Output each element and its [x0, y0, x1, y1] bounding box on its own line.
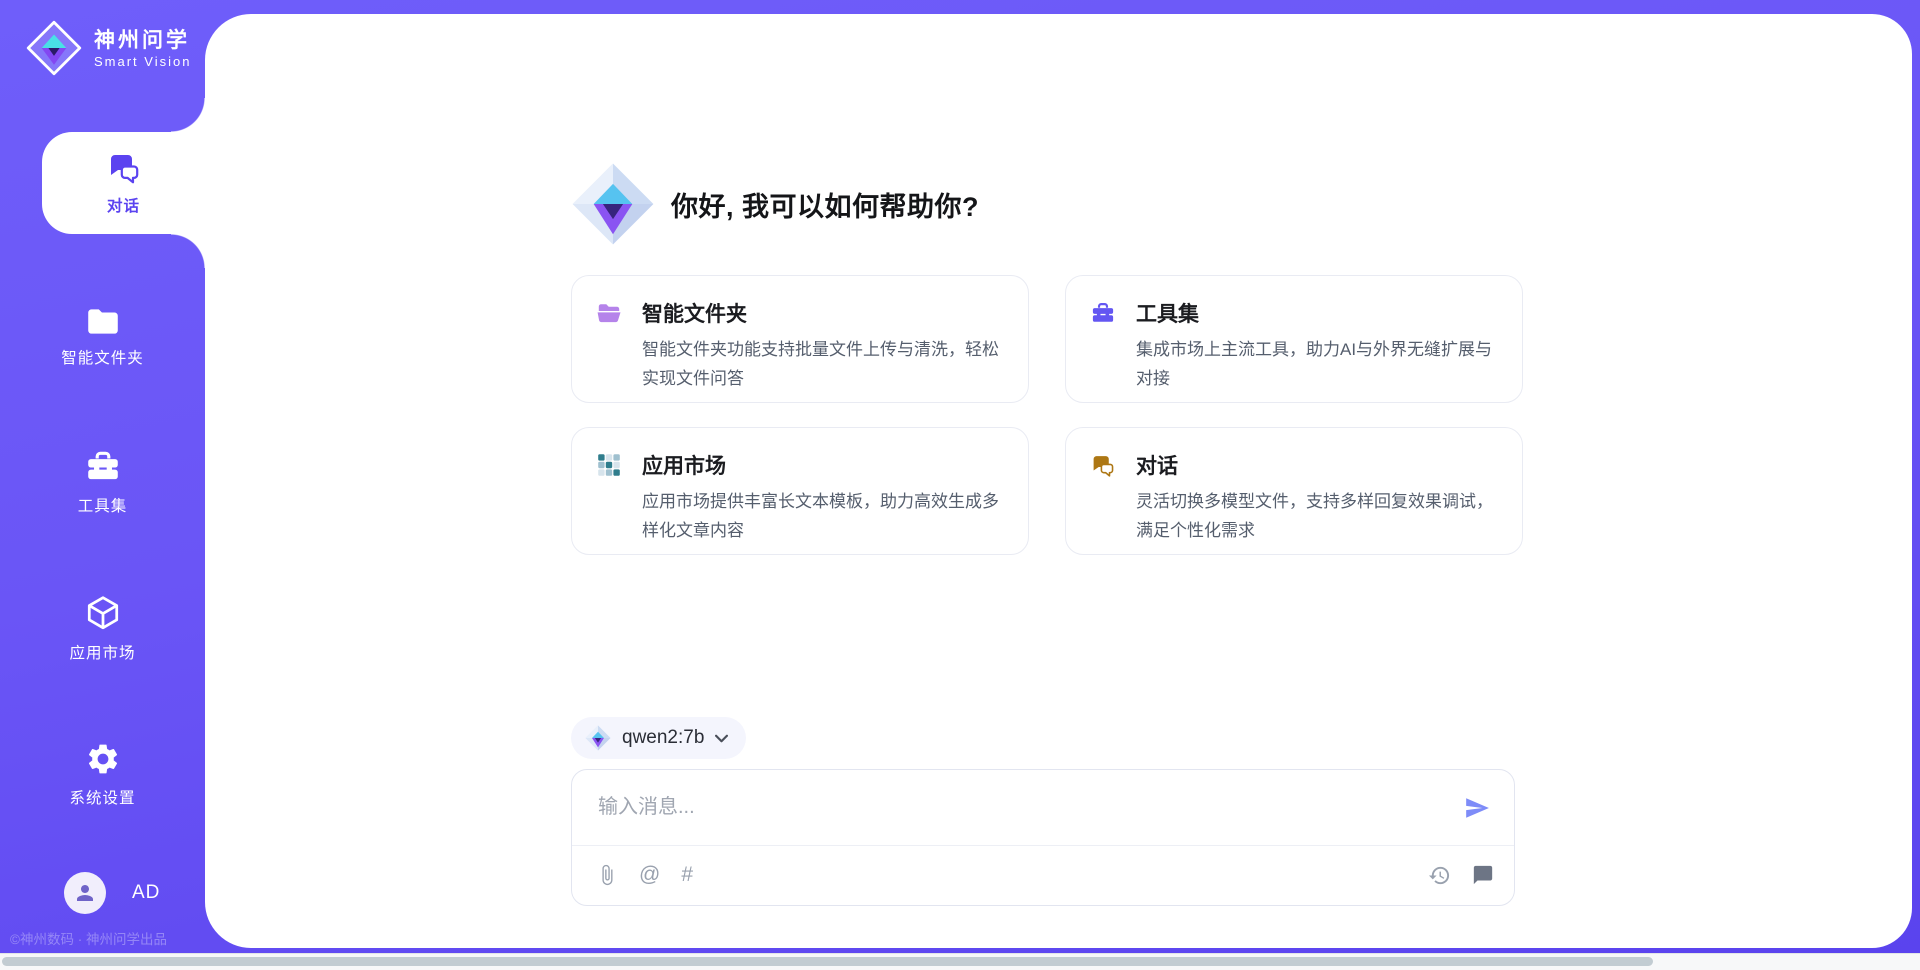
card-description: 灵活切换多模型文件，支持多样回复效果调试，满足个性化需求 — [1136, 487, 1498, 545]
send-button[interactable] — [1460, 791, 1494, 825]
user-profile[interactable]: AD — [64, 872, 160, 914]
card-description: 应用市场提供丰富长文本模板，助力高效生成多样化文章内容 — [642, 487, 1004, 545]
app-background: 神州问学 Smart Vision 对话 智能文件夹 工具集 — [0, 0, 1920, 954]
person-icon — [73, 881, 97, 905]
message-composer: @ # — [571, 769, 1515, 906]
sidebar-item-app-market[interactable]: 应用市场 — [0, 592, 205, 664]
history-button[interactable] — [1428, 864, 1451, 887]
sidebar-item-label: 对话 — [107, 194, 140, 216]
user-name: AD — [132, 882, 160, 904]
mention-button[interactable]: @ — [639, 864, 660, 886]
card-title: 对话 — [1136, 450, 1178, 480]
grid-icon — [596, 453, 622, 477]
brand-subtitle: Smart Vision — [94, 54, 191, 69]
brand-name: 神州问学 — [94, 28, 191, 54]
topic-button[interactable]: # — [681, 864, 693, 886]
sidebar-footer: ©神州数码 · 神州问学出品 — [10, 928, 167, 948]
model-selector[interactable]: qwen2:7b — [571, 717, 746, 759]
scrollbar-thumb[interactable] — [2, 957, 1653, 966]
attach-button[interactable] — [596, 864, 618, 886]
card-title: 工具集 — [1136, 298, 1199, 328]
model-logo-icon — [585, 725, 611, 751]
card-title: 智能文件夹 — [642, 298, 747, 328]
greeting: 你好, 我可以如何帮助你? — [571, 162, 979, 246]
sidebar-item-toolset[interactable]: 工具集 — [0, 446, 205, 518]
sidebar-item-label: 应用市场 — [69, 641, 135, 663]
brand-text: 神州问学 Smart Vision — [94, 28, 191, 69]
chat-icon — [1090, 453, 1116, 478]
card-description: 智能文件夹功能支持批量文件上传与清洗，轻松实现文件问答 — [642, 335, 1004, 393]
sidebar-item-label: 工具集 — [78, 494, 128, 516]
conversations-button[interactable] — [1472, 864, 1494, 886]
brand: 神州问学 Smart Vision — [26, 20, 191, 76]
feature-cards: 智能文件夹 智能文件夹功能支持批量文件上传与清洗，轻松实现文件问答 工具集 集成… — [571, 275, 1515, 555]
greeting-title: 你好, 我可以如何帮助你? — [671, 185, 979, 224]
avatar — [64, 872, 106, 914]
gear-icon — [85, 741, 121, 777]
sidebar-item-chat[interactable]: 对话 — [42, 132, 205, 234]
folder-icon — [84, 305, 122, 337]
sidebar-item-label: 智能文件夹 — [61, 346, 144, 368]
sidebar: 神州问学 Smart Vision 对话 智能文件夹 工具集 — [0, 0, 205, 954]
sidebar-item-label: 系统设置 — [69, 786, 135, 808]
toolbox-icon — [84, 449, 122, 485]
feature-card-chat[interactable]: 对话 灵活切换多模型文件，支持多样回复效果调试，满足个性化需求 — [1065, 427, 1523, 555]
main-panel: 你好, 我可以如何帮助你? 智能文件夹 智能文件夹功能支持批量文件上传与清洗，轻… — [205, 14, 1912, 948]
composer-toolbar: @ # — [572, 846, 1514, 904]
chat-icon — [106, 151, 142, 185]
history-icon — [1428, 864, 1451, 887]
sidebar-item-smart-folder[interactable]: 智能文件夹 — [0, 300, 205, 372]
paperclip-icon — [596, 864, 618, 886]
message-input[interactable] — [596, 795, 1460, 820]
horizontal-scrollbar[interactable] — [0, 953, 1920, 970]
feature-card-app-market[interactable]: 应用市场 应用市场提供丰富长文本模板，助力高效生成多样化文章内容 — [571, 427, 1029, 555]
model-name: qwen2:7b — [622, 727, 704, 749]
sidebar-item-settings[interactable]: 系统设置 — [0, 738, 205, 810]
composer-input-row — [572, 770, 1514, 846]
assistant-logo-icon — [571, 162, 655, 246]
folder-open-icon — [596, 302, 622, 324]
feature-card-toolset[interactable]: 工具集 集成市场上主流工具，助力AI与外界无缝扩展与对接 — [1065, 275, 1523, 403]
card-description: 集成市场上主流工具，助力AI与外界无缝扩展与对接 — [1136, 335, 1498, 393]
feature-card-smart-folder[interactable]: 智能文件夹 智能文件夹功能支持批量文件上传与清洗，轻松实现文件问答 — [571, 275, 1029, 403]
chat-bubble-icon — [1472, 864, 1494, 886]
send-icon — [1464, 795, 1490, 821]
toolbox-icon — [1090, 301, 1116, 326]
card-title: 应用市场 — [642, 450, 726, 480]
chevron-down-icon — [715, 734, 728, 743]
cube-icon — [84, 594, 122, 632]
brand-logo-icon — [26, 20, 82, 76]
